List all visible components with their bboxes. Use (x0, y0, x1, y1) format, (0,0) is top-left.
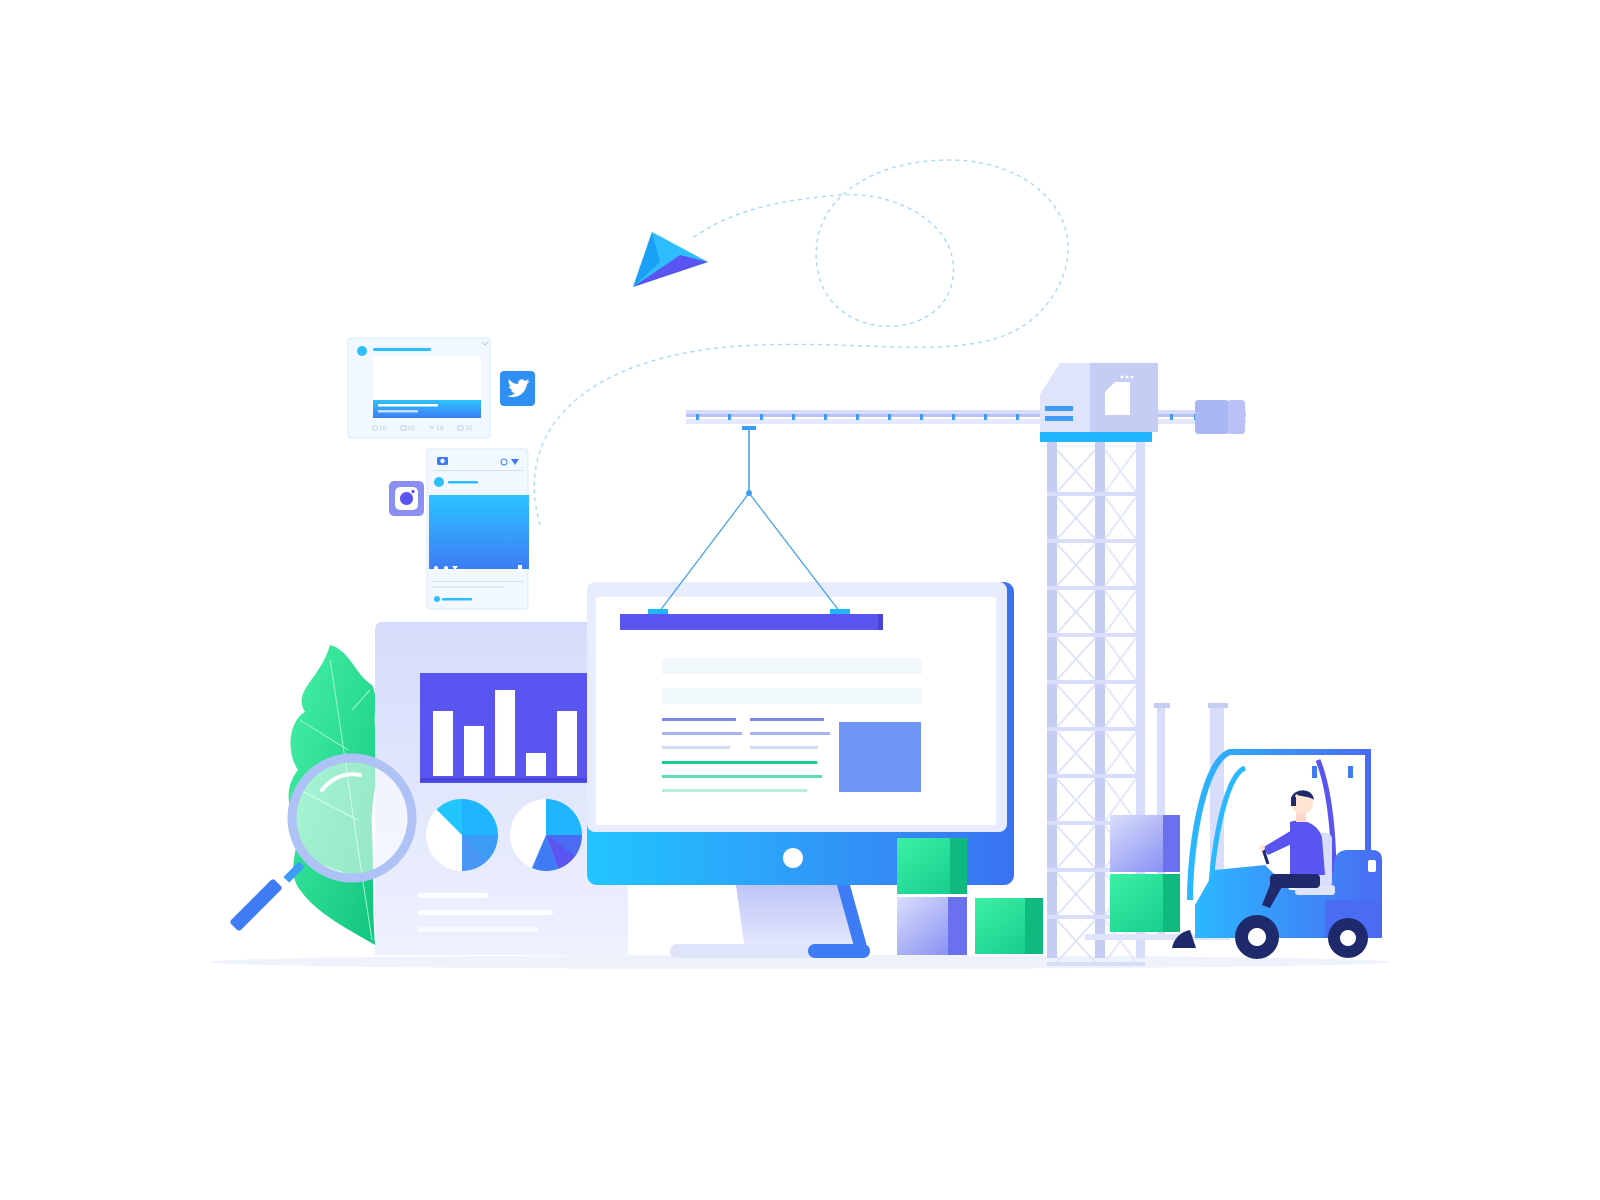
forklift-wheel-front (1235, 915, 1279, 959)
insta-avatar (434, 477, 444, 487)
illustration-canvas: 10 10 10 10 (210, 159, 1390, 969)
like-count: 10 (436, 425, 444, 432)
reply-count: 10 (379, 425, 387, 432)
dashboard-bar (495, 690, 515, 776)
dashboard-bar (526, 753, 546, 776)
worker-icon (1259, 790, 1335, 908)
instagram-post-card (426, 448, 529, 610)
retweet-count: 10 (407, 425, 415, 432)
dashboard-bar (464, 726, 484, 776)
pie-chart-icon (426, 798, 498, 872)
tweet-card: 10 10 10 10 (347, 337, 491, 439)
tweet-avatar (357, 346, 367, 356)
box-icon (897, 838, 967, 894)
share-count: 10 (465, 425, 473, 432)
monitor-power-button (783, 848, 803, 868)
dashboard-bar (433, 711, 453, 776)
monitor-stand (670, 878, 870, 958)
box-icon (897, 897, 967, 955)
hanging-beam (620, 614, 883, 630)
box-icon (975, 898, 1043, 954)
paper-plane-icon (633, 232, 708, 287)
flight-path (533, 159, 1069, 526)
image-placeholder (839, 722, 921, 792)
bar-chart-icon (420, 673, 588, 783)
insta-photo (429, 495, 529, 569)
instagram-icon (389, 481, 424, 516)
box-icon (1110, 874, 1180, 932)
forklift-wheel-rear (1328, 918, 1368, 958)
pie-chart-icon (510, 799, 583, 871)
dashboard-bar (557, 711, 577, 776)
camera-icon (437, 457, 448, 465)
box-icon (1110, 815, 1180, 872)
crane-jib (686, 410, 1246, 424)
crane-counterweight (1195, 400, 1245, 434)
crane-cab (1040, 363, 1158, 442)
twitter-icon (500, 371, 535, 406)
